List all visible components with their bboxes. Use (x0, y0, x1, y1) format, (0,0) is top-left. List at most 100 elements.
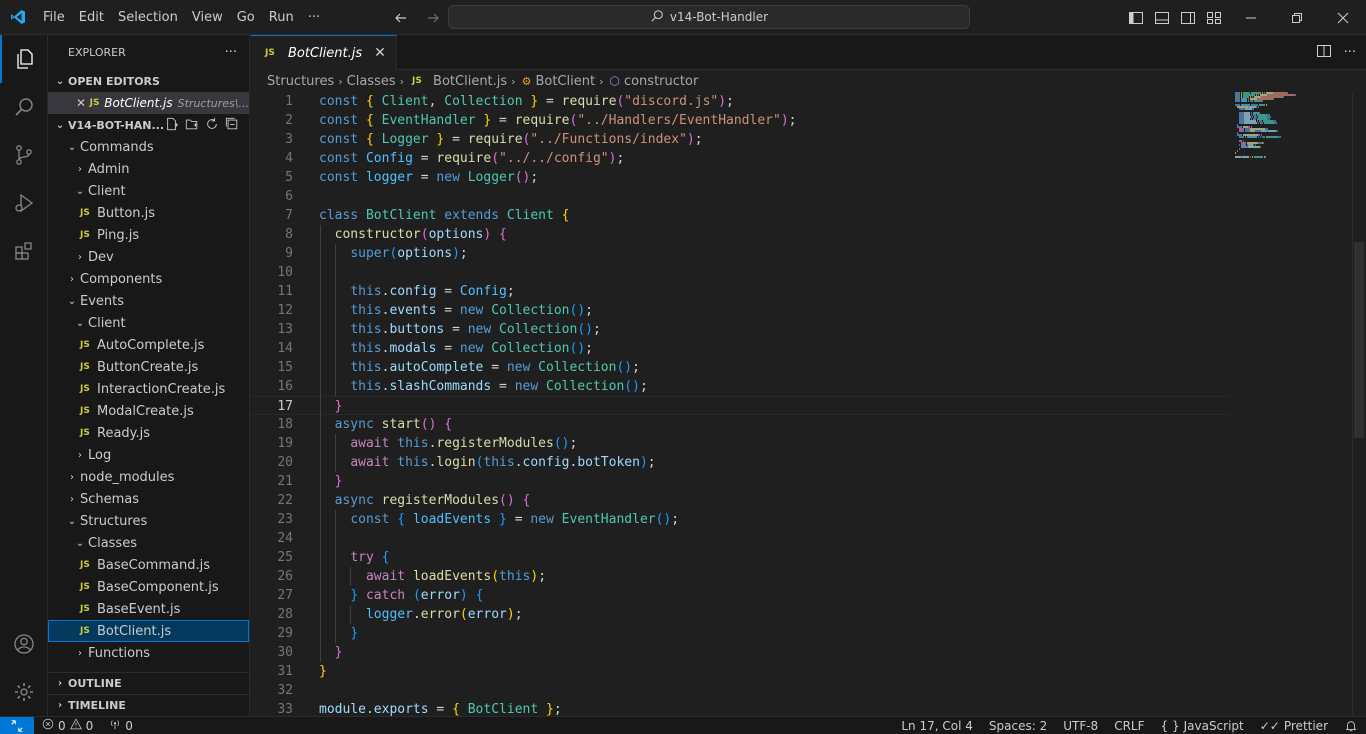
code-text: } (319, 472, 343, 491)
new-file-icon[interactable] (165, 117, 179, 134)
encoding[interactable]: UTF-8 (1055, 717, 1106, 734)
code-token: require (561, 94, 617, 109)
code-token: ( (491, 569, 500, 584)
search-activity-icon[interactable] (0, 83, 48, 131)
breadcrumb-file[interactable]: BotClient.js (433, 74, 507, 89)
indentation[interactable]: Spaces: 2 (981, 717, 1055, 734)
back-arrow-icon[interactable] (390, 7, 412, 29)
outline-section[interactable]: › OUTLINE (48, 672, 249, 694)
menu-run[interactable]: Run (262, 0, 301, 35)
vertical-scrollbar[interactable] (1352, 92, 1366, 716)
problems-indicator[interactable]: 0 0 (34, 717, 101, 734)
tree-folder[interactable]: › Functions (48, 642, 249, 664)
menu-view[interactable]: View (185, 0, 230, 35)
source-control-icon[interactable] (0, 131, 48, 179)
tree-folder[interactable]: › Log (48, 444, 249, 466)
timeline-section[interactable]: › TIMELINE (48, 694, 249, 716)
explorer-icon[interactable] (0, 35, 48, 83)
menu-file[interactable]: File (36, 0, 72, 35)
tree-file[interactable]: JS AutoComplete.js (48, 334, 249, 356)
remote-indicator-icon[interactable] (0, 716, 34, 734)
breadcrumb-classes[interactable]: Classes (347, 74, 396, 89)
close-editor-icon[interactable]: ✕ (76, 96, 90, 110)
scrollbar-thumb[interactable] (1354, 242, 1364, 438)
split-editor-icon[interactable] (1316, 43, 1332, 63)
tree-file[interactable]: JS BaseEvent.js (48, 598, 249, 620)
code-editor[interactable]: 1 const { Client, Collection } = require(… (251, 92, 1366, 717)
breadcrumb-method[interactable]: constructor (624, 74, 698, 89)
minimap[interactable] (1235, 92, 1305, 172)
menu-more[interactable]: ··· (301, 0, 327, 35)
minimap-token (1239, 144, 1240, 146)
customize-layout-icon[interactable] (1204, 8, 1224, 28)
run-debug-icon[interactable] (0, 179, 48, 227)
js-file-icon: JS (80, 384, 90, 394)
tree-file[interactable]: JS ButtonCreate.js (48, 356, 249, 378)
tree-folder[interactable]: › node_modules (48, 466, 249, 488)
tree-folder[interactable]: › Components (48, 268, 249, 290)
cursor-position[interactable]: Ln 17, Col 4 (893, 717, 981, 734)
language-mode[interactable]: { } JavaScript (1153, 717, 1252, 734)
manage-gear-icon[interactable] (0, 668, 48, 716)
minimap-token (1245, 136, 1246, 138)
tree-folder[interactable]: ⌄ Classes (48, 532, 249, 554)
code-token: try (350, 550, 382, 565)
code-token: ; (553, 702, 562, 717)
tree-folder[interactable]: ⌄ Structures (48, 510, 249, 532)
restore-icon[interactable] (1274, 0, 1320, 35)
command-center-search[interactable]: v14-Bot-Handler (448, 5, 970, 29)
minimize-icon[interactable] (1228, 0, 1274, 35)
menu-edit[interactable]: Edit (72, 0, 111, 35)
code-token: loadEvents (412, 569, 492, 584)
tab-close-icon[interactable]: ✕ (374, 45, 386, 61)
collapse-all-icon[interactable] (225, 117, 239, 134)
tree-file[interactable]: JS Button.js (48, 202, 249, 224)
tree-file[interactable]: JS ModalCreate.js (48, 400, 249, 422)
tree-folder[interactable]: ⌄ Commands (48, 136, 249, 158)
tree-file[interactable]: JS Ready.js (48, 422, 249, 444)
tree-file[interactable]: JS BotClient.js (48, 620, 249, 642)
tree-folder[interactable]: › Dev (48, 246, 249, 268)
breadcrumb-class[interactable]: BotClient (535, 74, 595, 89)
tree-file[interactable]: JS Ping.js (48, 224, 249, 246)
refresh-icon[interactable] (205, 117, 219, 134)
code-token: ( (420, 227, 429, 242)
tree-file[interactable]: JS InteractionCreate.js (48, 378, 249, 400)
tree-folder[interactable]: ⌄ Client (48, 180, 249, 202)
minimap-token (1265, 156, 1266, 158)
extensions-icon[interactable] (0, 227, 48, 275)
prettier-status[interactable]: ✓✓ Prettier (1252, 717, 1336, 734)
menu-selection[interactable]: Selection (111, 0, 185, 35)
breadcrumb-structures[interactable]: Structures (267, 74, 334, 89)
code-token: { (365, 113, 382, 128)
toggle-primary-sidebar-icon[interactable] (1126, 8, 1146, 28)
code-token: { (365, 94, 382, 109)
ports-indicator[interactable]: 0 (101, 717, 141, 734)
tree-folder[interactable]: › Admin (48, 158, 249, 180)
new-folder-icon[interactable] (185, 117, 199, 134)
project-header[interactable]: ⌄ V14-BOT-HAN... (48, 114, 249, 136)
tree-file[interactable]: JS BaseCommand.js (48, 554, 249, 576)
tree-folder[interactable]: ⌄ Events (48, 290, 249, 312)
explorer-more-icon[interactable]: ··· (225, 45, 237, 60)
menu-go[interactable]: Go (230, 0, 262, 35)
open-editor-item[interactable]: ✕ JS BotClient.js Structures\... (48, 92, 249, 114)
open-editors-header[interactable]: ⌄ OPEN EDITORS (48, 70, 249, 92)
toggle-panel-icon[interactable] (1152, 8, 1172, 28)
accounts-icon[interactable] (0, 620, 48, 668)
editor-tab-botclient[interactable]: JS BotClient.js ✕ (251, 35, 397, 70)
end-of-line[interactable]: CRLF (1106, 717, 1152, 734)
forward-arrow-icon[interactable] (422, 7, 444, 29)
tree-folder[interactable]: ⌄ Client (48, 312, 249, 334)
tree-folder[interactable]: › Schemas (48, 488, 249, 510)
tree-file[interactable]: JS BaseComponent.js (48, 576, 249, 598)
close-window-icon[interactable] (1320, 0, 1366, 35)
notifications-bell[interactable] (1336, 717, 1366, 734)
toggle-secondary-sidebar-icon[interactable] (1178, 8, 1198, 28)
code-text: } catch (error) { (319, 586, 483, 605)
code-token: this (350, 303, 382, 318)
more-actions-icon[interactable]: ··· (1344, 45, 1356, 60)
js-file-icon: JS (80, 406, 90, 416)
chevron-right-icon: › (78, 251, 82, 263)
